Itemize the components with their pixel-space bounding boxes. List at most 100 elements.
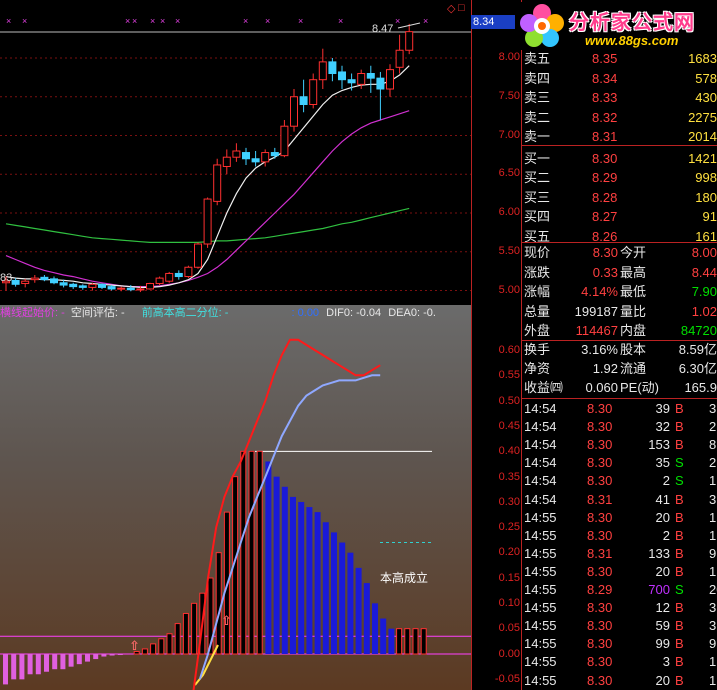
trade-tick-row[interactable]: 14:55 8.30 2 B 1 xyxy=(522,527,717,545)
buy-arrow-icon: ⇧ xyxy=(221,613,232,628)
indicator-pane[interactable]: ⇧ ⇧ 本高成立 xyxy=(0,305,471,690)
diamond-icon[interactable]: ◇ xyxy=(447,2,455,15)
price-tick-label: 6.50 xyxy=(498,167,520,180)
trade-count: 9 xyxy=(709,636,717,652)
logo: 分析家公式网 www.88gs.com xyxy=(515,2,715,50)
trade-time: 14:55 xyxy=(524,527,557,543)
indicator-tick-label: 0.05 xyxy=(498,622,520,635)
candlestick-chart[interactable]: × × × × × × × × × × × × ×8.4783 xyxy=(0,0,471,305)
trade-tick-row[interactable]: 14:54 8.30 2 S 1 xyxy=(522,472,717,490)
trade-tick-row[interactable]: 14:54 8.30 39 B 3 xyxy=(522,400,717,418)
trade-tick-row[interactable]: 14:55 8.30 20 B 1 xyxy=(522,672,717,690)
indicator-param-quantile: 前高本高二分位: - xyxy=(141,307,229,319)
ask-level-row[interactable]: 卖四 8.34 578 xyxy=(522,70,717,88)
trade-count: 1 xyxy=(709,563,717,579)
ask-level-row[interactable]: 卖五 8.35 1683 xyxy=(522,50,717,68)
order-level-label: 卖二 xyxy=(524,109,551,125)
indicator-header: 横线起始价: - 空间评估: - 前高本高二分位: - : 0.00 DIF0:… xyxy=(0,305,471,321)
candle-body xyxy=(69,283,78,288)
finance-value: 8.59亿 xyxy=(678,342,717,357)
trade-side: B xyxy=(675,437,684,453)
trade-price: 8.30 xyxy=(587,618,613,634)
trade-tick-row[interactable]: 14:54 8.30 153 B 8 xyxy=(522,436,717,454)
histogram-bar-negative xyxy=(109,654,115,656)
candle-body xyxy=(357,73,366,85)
histogram-bar-blue xyxy=(355,567,362,654)
trade-count: 8 xyxy=(709,437,717,453)
finance-label: 换手 xyxy=(524,342,551,357)
trade-tick-row[interactable]: 14:55 8.29 700 S 20 xyxy=(522,581,717,599)
trade-side: B xyxy=(675,563,684,579)
candle-body xyxy=(309,79,318,105)
bid-level-row[interactable]: 买二 8.29 998 xyxy=(522,169,717,187)
trade-tick-row[interactable]: 14:54 8.31 41 B 3 xyxy=(522,491,717,509)
trade-time: 14:54 xyxy=(524,401,557,416)
histogram-bar-red xyxy=(412,628,419,655)
quote-stat-row: 涨幅 4.14% 最低 7.90 xyxy=(522,283,717,301)
trade-volume: 153 xyxy=(648,437,670,453)
candle-body xyxy=(405,31,414,51)
signal-marker: × xyxy=(175,16,180,26)
ask-level-row[interactable]: 卖三 8.33 430 xyxy=(522,89,717,107)
order-level-price: 8.28 xyxy=(592,189,618,205)
stat-label: 现价 xyxy=(524,245,551,260)
indicator-chart[interactable]: ⇧ ⇧ 本高成立 xyxy=(0,305,471,690)
bid-level-row[interactable]: 买一 8.30 1421 xyxy=(522,150,717,168)
trade-volume: 59 xyxy=(655,618,670,634)
trade-count: 3 xyxy=(709,600,717,616)
candle-body xyxy=(30,277,39,281)
trade-side: S xyxy=(675,455,684,471)
candle-body xyxy=(203,198,212,245)
square-icon[interactable]: □ xyxy=(458,2,465,14)
order-level-volume: 1421 xyxy=(688,150,717,166)
price-tick-label: 8.00 xyxy=(498,51,520,63)
indicator-dea: DEA0: -0. xyxy=(388,307,436,319)
trade-tick-row[interactable]: 14:55 8.30 99 B 9 xyxy=(522,635,717,653)
trade-time: 14:54 xyxy=(524,455,557,471)
signal-marker: × xyxy=(160,16,165,26)
flower-logo-icon xyxy=(520,4,564,47)
trade-tick-row[interactable]: 14:55 8.30 3 B 1 xyxy=(522,653,717,671)
histogram-bar-blue xyxy=(322,522,329,654)
trade-tick-row[interactable]: 14:55 8.30 59 B 3 xyxy=(522,617,717,635)
trade-time: 14:55 xyxy=(524,509,557,525)
ask-level-row[interactable]: 卖二 8.32 2275 xyxy=(522,109,717,127)
finance-label: PE(动) xyxy=(620,380,660,395)
trade-side: B xyxy=(675,672,684,688)
trade-tick-row[interactable]: 14:54 8.30 32 B 2 xyxy=(522,418,717,436)
trade-tick-row[interactable]: 14:55 8.30 20 B 1 xyxy=(522,509,717,527)
indicator-tick-label: 0.20 xyxy=(498,546,520,559)
bid-level-row[interactable]: 买四 8.27 91 xyxy=(522,208,717,226)
candle-body xyxy=(261,152,270,163)
histogram-bar-blue xyxy=(363,583,370,654)
trade-price: 8.30 xyxy=(587,654,613,670)
buy-arrow-icon: ⇧ xyxy=(129,638,140,653)
histogram-bar-red xyxy=(256,450,263,655)
signal-marker: × xyxy=(265,16,270,26)
trade-tick-row[interactable]: 14:54 8.30 35 S 2 xyxy=(522,454,717,472)
trade-volume: 35 xyxy=(655,455,670,471)
histogram-bar-blue xyxy=(388,628,395,654)
order-level-price: 8.27 xyxy=(592,209,618,224)
trade-price: 8.30 xyxy=(587,509,613,525)
stat-value: 4.14% xyxy=(581,284,618,299)
price-tick-label: 7.50 xyxy=(498,89,520,102)
indicator-tick-label: 0.00 xyxy=(498,647,520,660)
candle-body xyxy=(98,283,106,288)
signal-marker: × xyxy=(423,16,428,26)
trade-tick-row[interactable]: 14:55 8.30 20 B 1 xyxy=(522,563,717,581)
bid-level-row[interactable]: 买三 8.28 180 xyxy=(522,189,717,207)
indicator-tick-label: 0.35 xyxy=(498,470,520,483)
left-price-label: 83 xyxy=(0,272,12,284)
candle-body xyxy=(155,277,164,285)
trade-tick-row[interactable]: 14:55 8.30 12 B 3 xyxy=(522,599,717,617)
trade-tick-row[interactable]: 14:55 8.31 133 B 9 xyxy=(522,545,717,563)
histogram-bar-red xyxy=(396,628,403,655)
price-tick-label: 6.00 xyxy=(498,206,520,218)
candle-body xyxy=(290,96,298,127)
stat-value: 114467 xyxy=(575,323,618,338)
ask-level-row[interactable]: 卖一 8.31 2014 xyxy=(522,128,717,146)
trade-time: 14:55 xyxy=(524,672,557,688)
candlestick-pane[interactable]: × × × × × × × × × × × × × 8.47 83 xyxy=(0,0,471,305)
order-level-volume: 430 xyxy=(695,90,717,105)
